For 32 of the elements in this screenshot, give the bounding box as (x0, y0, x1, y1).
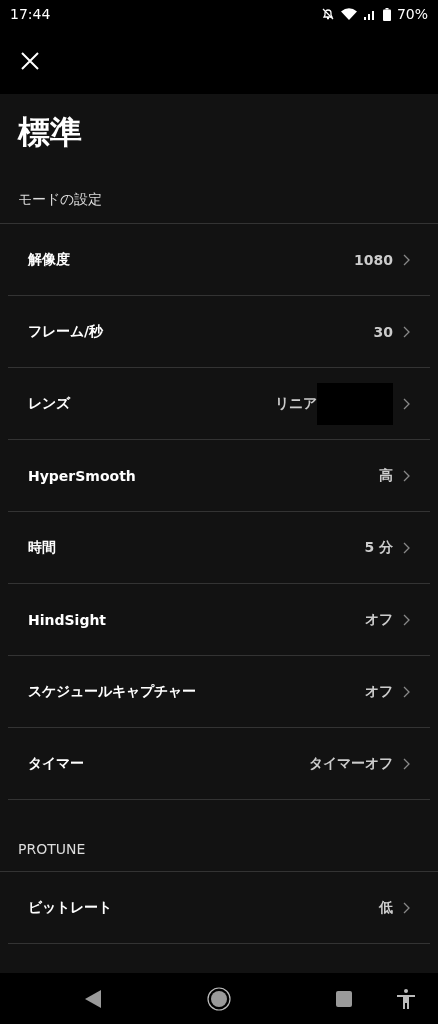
setting-row[interactable]: 解像度 1080 (8, 224, 430, 296)
close-button[interactable] (20, 51, 40, 71)
wifi-icon (340, 8, 357, 20)
recents-icon[interactable] (336, 990, 352, 1007)
section-heading: モードの設定 (18, 191, 102, 209)
chevron-right-icon (403, 685, 410, 698)
setting-row[interactable]: ビットレート 低 (8, 872, 430, 944)
setting-row[interactable]: タイマー タイマーオフ (8, 728, 430, 800)
setting-row[interactable]: スケジュールキャプチャー オフ (8, 656, 430, 728)
signal-icon (362, 8, 377, 20)
back-icon[interactable] (85, 989, 101, 1008)
setting-row[interactable]: 時間 5 分 (8, 512, 430, 584)
battery-percent: 70% (396, 6, 428, 22)
setting-row[interactable]: フレーム/秒 30 (8, 296, 430, 368)
setting-row[interactable]: レンズ リニア (8, 368, 430, 440)
chevron-right-icon (403, 901, 410, 914)
chevron-right-icon (403, 397, 410, 410)
setting-row[interactable]: HindSight オフ (8, 584, 430, 656)
chevron-right-icon (403, 469, 410, 482)
chevron-right-icon (403, 541, 410, 554)
home-icon[interactable] (207, 986, 231, 1011)
chevron-right-icon (403, 325, 410, 338)
section-heading: PROTUNE (18, 841, 86, 857)
chevron-right-icon (403, 253, 410, 266)
setting-row[interactable]: HyperSmooth 高 (8, 440, 430, 512)
status-time: 17:44 (10, 6, 51, 22)
page-title: 標準 (18, 112, 83, 152)
battery-icon (382, 7, 391, 21)
accessibility-icon[interactable] (397, 988, 415, 1009)
bell-off-icon (320, 7, 335, 21)
chevron-right-icon (403, 613, 410, 626)
chevron-right-icon (403, 757, 410, 770)
